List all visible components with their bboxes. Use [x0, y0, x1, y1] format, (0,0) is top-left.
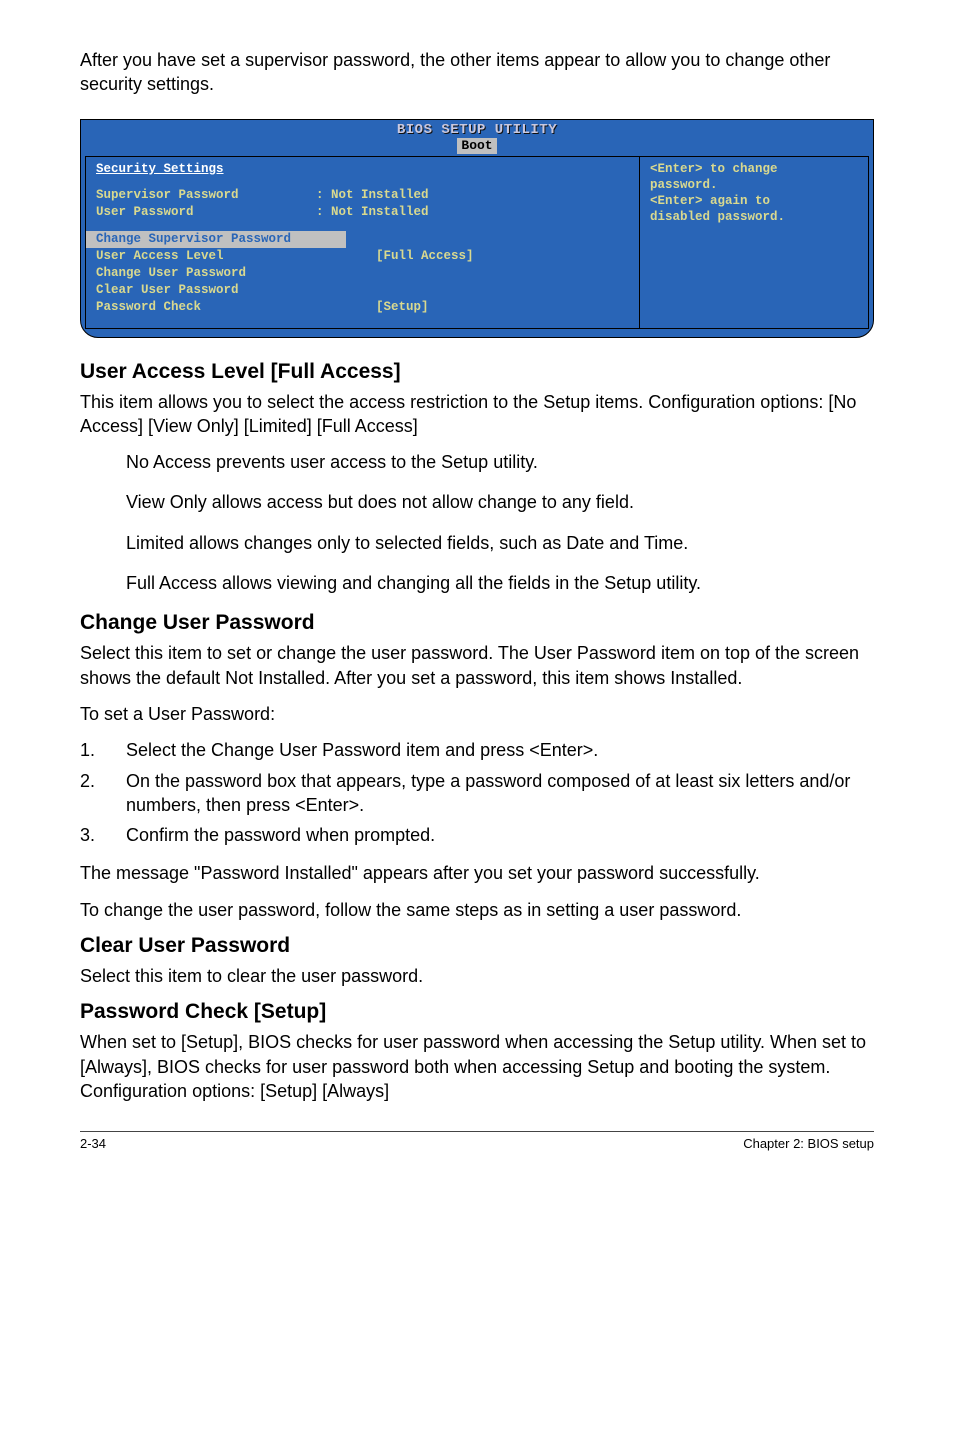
bios-row-user-access-level: User Access Level [Full Access] [96, 248, 629, 265]
bios-row-change-supervisor-password: Change Supervisor Password [86, 231, 346, 248]
bios-screenshot: BIOS SETUP UTILITY Boot Security Setting… [80, 119, 874, 338]
row-value: : Not Installed [316, 187, 429, 204]
row-label: Supervisor Password [96, 187, 316, 204]
heading-password-check: Password Check [Setup] [80, 1000, 874, 1024]
paragraph: To change the user password, follow the … [80, 898, 874, 922]
footer-chapter: Chapter 2: BIOS setup [743, 1136, 874, 1151]
intro-paragraph: After you have set a supervisor password… [80, 48, 874, 97]
list-text: On the password box that appears, type a… [126, 769, 874, 818]
bios-section-title: Security Settings [96, 161, 629, 178]
row-label: Password Check [96, 299, 316, 316]
paragraph-view-only: View Only allows access but does not all… [126, 490, 874, 514]
help-line: <Enter> again to [650, 193, 858, 209]
paragraph: When set to [Setup], BIOS checks for use… [80, 1030, 874, 1103]
row-label: User Access Level [96, 248, 316, 265]
help-line: password. [650, 177, 858, 193]
paragraph: Select this item to set or change the us… [80, 641, 874, 690]
row-label: Change User Password [96, 265, 316, 282]
row-label: User Password [96, 204, 316, 221]
paragraph-limited: Limited allows changes only to selected … [126, 531, 874, 555]
list-item: 2. On the password box that appears, typ… [80, 769, 874, 818]
heading-change-user-password: Change User Password [80, 611, 874, 635]
row-value: [Full Access] [376, 248, 474, 265]
footer-page-number: 2-34 [80, 1136, 106, 1151]
bios-row-password-check: Password Check [Setup] [96, 299, 629, 316]
paragraph: This item allows you to select the acces… [80, 390, 874, 439]
paragraph: Select this item to clear the user passw… [80, 964, 874, 988]
help-line: <Enter> to change [650, 161, 858, 177]
list-item: 1. Select the Change User Password item … [80, 738, 874, 762]
paragraph-full-access: Full Access allows viewing and changing … [126, 571, 874, 595]
ordered-list: 1. Select the Change User Password item … [80, 738, 874, 847]
list-number: 2. [80, 769, 126, 818]
paragraph-no-access: No Access prevents user access to the Se… [126, 450, 874, 474]
list-number: 1. [80, 738, 126, 762]
bios-row-clear-user-password: Clear User Password [96, 282, 629, 299]
paragraph: To set a User Password: [80, 702, 874, 726]
list-item: 3. Confirm the password when prompted. [80, 823, 874, 847]
paragraph: The message "Password Installed" appears… [80, 861, 874, 885]
bios-tab-boot: Boot [457, 138, 496, 154]
help-line: disabled password. [650, 209, 858, 225]
list-text: Confirm the password when prompted. [126, 823, 435, 847]
bios-row-user-password: User Password : Not Installed [96, 204, 629, 221]
bios-left-pane: Security Settings Supervisor Password : … [85, 156, 639, 329]
bios-help-pane: <Enter> to change password. <Enter> agai… [639, 156, 869, 329]
row-label: Clear User Password [96, 282, 316, 299]
bios-row-supervisor-password: Supervisor Password : Not Installed [96, 187, 629, 204]
list-text: Select the Change User Password item and… [126, 738, 598, 762]
heading-clear-user-password: Clear User Password [80, 934, 874, 958]
row-value: [Setup] [376, 299, 429, 316]
list-number: 3. [80, 823, 126, 847]
page-footer: 2-34 Chapter 2: BIOS setup [80, 1131, 874, 1151]
heading-user-access-level: User Access Level [Full Access] [80, 360, 874, 384]
bios-row-change-user-password: Change User Password [96, 265, 629, 282]
row-value: : Not Installed [316, 204, 429, 221]
bios-title: BIOS SETUP UTILITY [81, 120, 873, 138]
